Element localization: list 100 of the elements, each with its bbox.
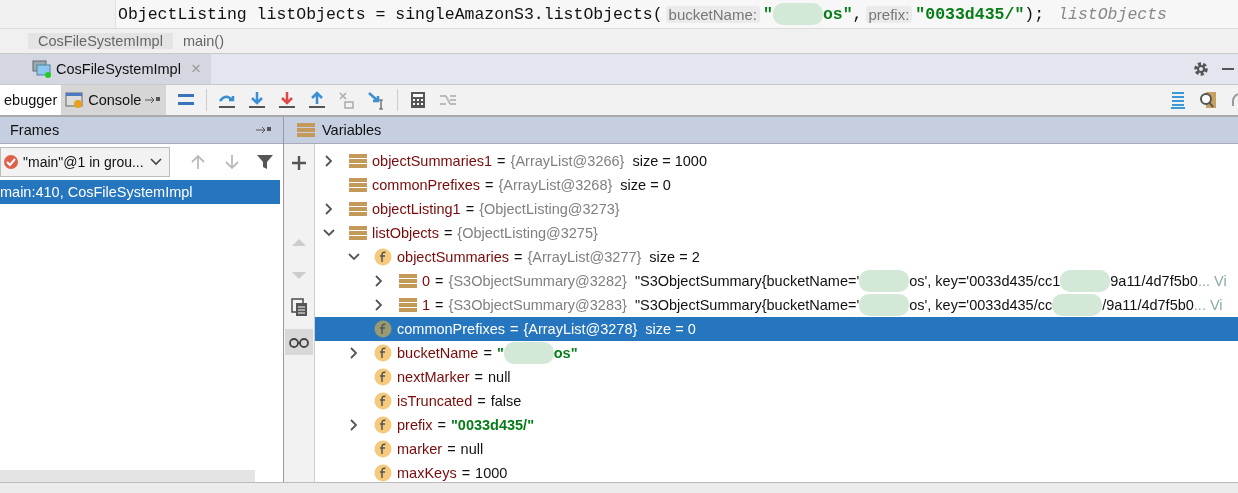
settings-icon[interactable] (1192, 60, 1210, 78)
variable-value: false (490, 393, 522, 409)
add-icon[interactable] (289, 153, 309, 173)
variable-value: size = 0 (645, 321, 696, 337)
equals-sign: = (483, 345, 492, 361)
thread-dropdown[interactable]: "main"@1 in grou... (0, 147, 170, 177)
variable-name: isTruncated (397, 393, 473, 409)
variable-value: "0033d435/" (450, 417, 535, 433)
tab[interactable]: Console (61, 85, 167, 115)
force-step-into-icon[interactable] (277, 90, 298, 110)
code-string: "0033d435/" (915, 4, 1025, 24)
variable-row[interactable]: prefix = "0033d435/" (315, 413, 1238, 437)
variable-name: marker (397, 441, 443, 457)
code-text: ObjectListing listObjects = singleAmazonS3.listObjects( (118, 4, 663, 24)
variable-row[interactable]: 1 = {S3ObjectSummary@3283} "S3ObjectSummary{bucketName=' os', key='0033d435/cc /9a11/4d7f5b0... Vi (315, 293, 1238, 317)
equals-sign: = (474, 369, 483, 385)
variable-row[interactable]: 0 = {S3ObjectSummary@3282} "S3ObjectSummary{bucketName=' os', key='0033d435/cc1 9a11/4d7f5b0... Vi (315, 269, 1238, 293)
variable-name: commonPrefixes (372, 177, 480, 193)
equals-sign: = (485, 177, 494, 193)
variable-value: /9a11/4d7f5b0 (1102, 297, 1194, 313)
pin-icon[interactable] (144, 94, 163, 106)
equals-sign: = (435, 273, 444, 289)
variable-row[interactable]: isTruncated = false (315, 389, 1238, 413)
equals-sign: = (461, 465, 471, 481)
variable-name: 0 (422, 273, 431, 289)
variable-value: "S3ObjectSummary{bucketName=' (634, 297, 860, 313)
breadcrumb[interactable]: CosFileSystemImpl (28, 33, 173, 49)
field-icon (374, 464, 392, 482)
variable-row[interactable]: objectListing1 = {ObjectListing@3273} (315, 197, 1238, 221)
session-tab[interactable]: CosFileSystemImpl × (0, 54, 211, 84)
object-reference: {S3ObjectSummary@3283} (448, 297, 627, 313)
variable-value: size = 2 (649, 249, 700, 265)
equals-sign: = (514, 249, 523, 265)
variable-name: listObjects (372, 225, 439, 241)
frame-item[interactable]: main:410, CosFileSystemImpl (0, 180, 280, 204)
variable-row[interactable]: nextMarker = null (315, 365, 1238, 389)
restore-layout-icon[interactable] (1168, 90, 1188, 110)
inline-value: listObjects (1058, 4, 1167, 24)
variable-row[interactable]: commonPrefixes = {ArrayList@3268} size = 0 (315, 173, 1238, 197)
object-reference: {ObjectListing@3273} (479, 201, 620, 217)
variable-row[interactable]: listObjects = {ObjectListing@3275} (315, 221, 1238, 245)
object-reference: {ArrayList@3266} (510, 153, 625, 169)
variable-value: 9a11/4d7f5b0 (1110, 273, 1198, 289)
variable-value: os', key='0033d435/cc (909, 297, 1053, 313)
variable-value: os" (553, 345, 578, 361)
blur-patch (859, 270, 910, 292)
variable-icon (399, 297, 417, 313)
thread-status-icon (3, 154, 19, 170)
glasses-icon[interactable] (285, 329, 313, 355)
step-out-icon[interactable] (307, 90, 328, 110)
filter-icon[interactable] (255, 152, 275, 172)
blur-patch (1060, 270, 1111, 292)
variable-value: null (488, 369, 511, 385)
variable-icon (349, 153, 367, 169)
variable-name: objectSummaries (397, 249, 509, 265)
variable-row[interactable]: commonPrefixes = {ArrayList@3278} size = 0 (315, 317, 1238, 341)
parameter-hint: bucketName: (665, 5, 760, 23)
breadcrumb[interactable]: main() (172, 33, 234, 49)
panel-title: Frames (10, 122, 60, 138)
variable-row[interactable]: maxKeys = 1000 (315, 461, 1238, 485)
variable-row[interactable]: bucketName = " os" (315, 341, 1238, 365)
step-into-icon[interactable] (247, 90, 268, 110)
field-icon (374, 320, 392, 338)
variable-row[interactable]: objectSummaries1 = {ArrayList@3266} size = 1000 (315, 149, 1238, 173)
copy-icon[interactable] (289, 297, 309, 317)
code-string: " (762, 4, 773, 24)
field-icon (374, 344, 392, 362)
variable-name: nextMarker (397, 369, 470, 385)
object-reference: {ArrayList@3268} (498, 177, 613, 193)
variable-name: objectSummaries1 (372, 153, 493, 169)
variable-icon (399, 273, 417, 289)
panel-title: Variables (322, 122, 382, 138)
variable-value: "S3ObjectSummary{bucketName=' (634, 273, 860, 289)
variable-icon (349, 177, 367, 193)
equals-sign: = (510, 321, 519, 337)
inspect-icon[interactable] (1198, 90, 1218, 110)
equals-sign: = (497, 153, 506, 169)
variable-value: null (460, 441, 484, 457)
scrollbar[interactable] (0, 470, 255, 482)
variable-icon (349, 225, 367, 241)
tab[interactable]: ebugger (0, 85, 62, 115)
variable-row[interactable]: marker = null (315, 437, 1238, 461)
blur-patch (859, 294, 910, 316)
console-icon (65, 91, 86, 109)
field-icon (374, 392, 392, 410)
code-text: , (852, 4, 863, 24)
parameter-hint: prefix: (865, 5, 913, 23)
variable-row[interactable]: objectSummaries = {ArrayList@3277} size = 2 (315, 245, 1238, 269)
object-reference: {ArrayList@3278} (523, 321, 638, 337)
object-reference: {S3ObjectSummary@3282} (448, 273, 627, 289)
variable-name: bucketName (397, 345, 479, 361)
blur-patch (772, 3, 823, 25)
object-reference: {ObjectListing@3275} (457, 225, 598, 241)
field-icon (374, 416, 392, 434)
variable-name: 1 (422, 297, 431, 313)
equals-sign: = (435, 297, 444, 313)
equals-sign: = (477, 393, 486, 409)
variables-icon (296, 121, 316, 139)
blur-patch (503, 342, 554, 364)
pin-icon[interactable] (255, 124, 273, 136)
